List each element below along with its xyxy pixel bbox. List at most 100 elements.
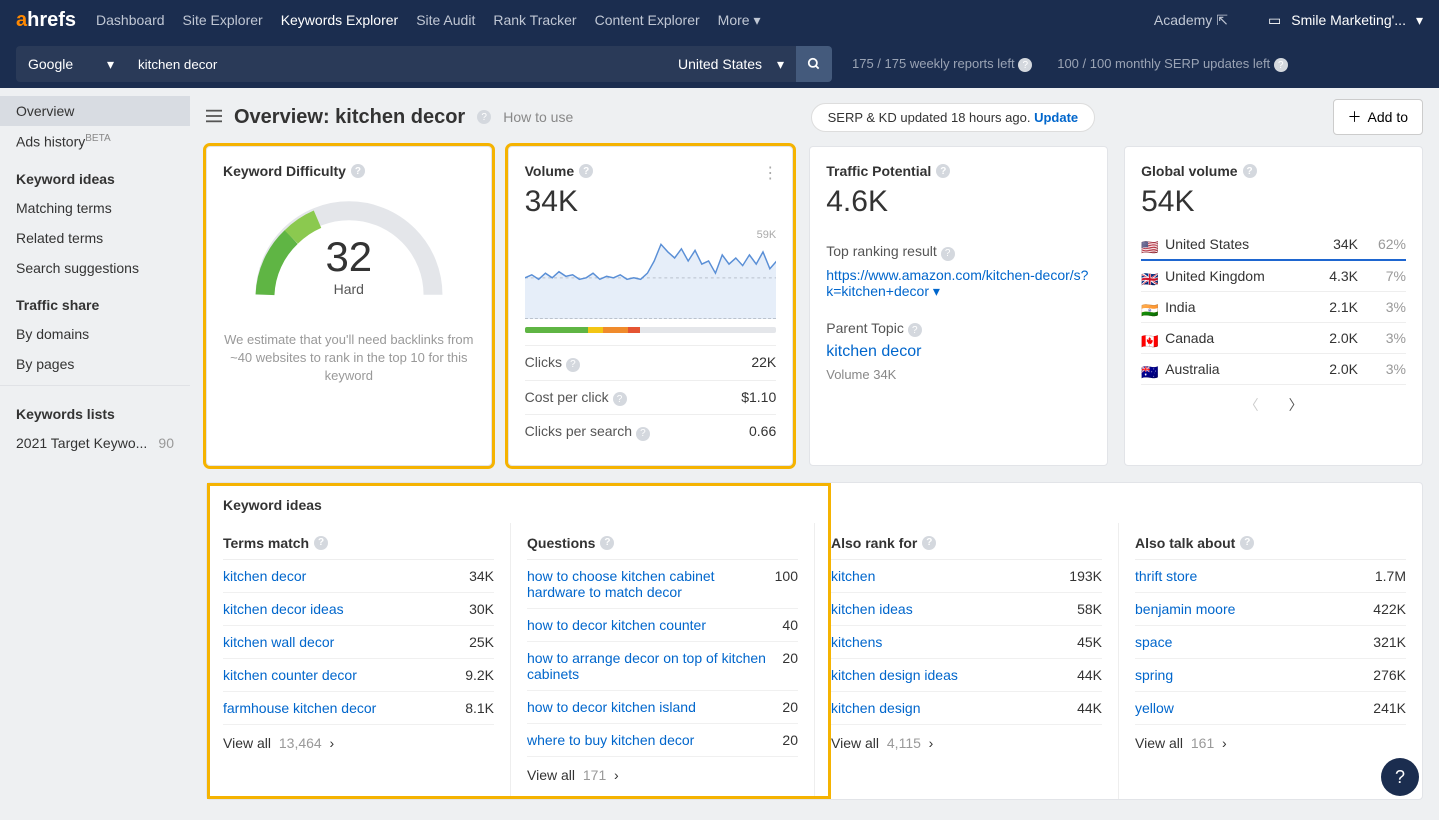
nav-content-explorer[interactable]: Content Explorer (595, 12, 700, 29)
tp-value: 4.6K (826, 185, 1091, 219)
account-name[interactable]: Smile Marketing'... (1291, 12, 1406, 28)
sidebar-item[interactable]: Related terms (0, 223, 190, 253)
keyword-row: how to choose kitchen cabinet hardware t… (527, 560, 798, 609)
sidebar-head-traffic: Traffic share (0, 283, 190, 319)
nav-site-explorer[interactable]: Site Explorer (183, 12, 263, 29)
reports-stat: 175 / 175 weekly reports left ? (852, 56, 1032, 73)
logo[interactable]: ahrefs (16, 9, 76, 32)
info-icon[interactable]: ? (351, 164, 365, 178)
parent-topic-link[interactable]: kitchen decor (826, 343, 1091, 361)
keyword-link[interactable]: where to buy kitchen decor (527, 732, 772, 748)
keyword-link[interactable]: how to choose kitchen cabinet hardware t… (527, 568, 765, 600)
keyword-ideas-panel: Keyword ideas Terms match ?kitchen decor… (206, 482, 1423, 800)
chevron-down-icon[interactable]: ▾ (1416, 12, 1423, 29)
menu-icon[interactable] (206, 109, 222, 126)
sidebar-list-item[interactable]: 2021 Target Keywo...90 (0, 428, 190, 458)
nav-rank-tracker[interactable]: Rank Tracker (493, 12, 576, 29)
nav-keywords-explorer[interactable]: Keywords Explorer (281, 12, 399, 29)
keyword-row: kitchen193K (831, 560, 1102, 593)
keyword-link[interactable]: thrift store (1135, 568, 1365, 584)
keyword-link[interactable]: how to arrange decor on top of kitchen c… (527, 650, 772, 682)
idea-column: Also rank for ?kitchen193Kkitchen ideas5… (814, 523, 1118, 799)
help-icon[interactable]: ? (477, 110, 491, 124)
keyword-link[interactable]: benjamin moore (1135, 601, 1363, 617)
keyword-link[interactable]: space (1135, 634, 1363, 650)
country-row[interactable]: 🇺🇸United States34K62% (1141, 229, 1406, 261)
info-icon[interactable]: ? (1243, 164, 1257, 178)
keyword-link[interactable]: kitchen decor (223, 568, 459, 584)
keyword-link[interactable]: kitchen counter decor (223, 667, 455, 683)
keyword-row: kitchen decor ideas30K (223, 593, 494, 626)
keyword-row: kitchen design ideas44K (831, 659, 1102, 692)
keyword-row: kitchens45K (831, 626, 1102, 659)
keyword-link[interactable]: yellow (1135, 700, 1363, 716)
sidebar-item[interactable]: Search suggestions (0, 253, 190, 283)
info-icon[interactable]: ? (579, 164, 593, 178)
sidebar-item[interactable]: Matching terms (0, 193, 190, 223)
serp-stat: 100 / 100 monthly SERP updates left ? (1057, 56, 1288, 73)
view-all-link[interactable]: View all 13,464 › (223, 725, 494, 751)
keyword-link[interactable]: kitchen wall decor (223, 634, 459, 650)
info-icon[interactable]: ? (600, 536, 614, 550)
nav-more[interactable]: More ▾ (718, 12, 761, 29)
top-result-link[interactable]: https://www.amazon.com/kitchen-decor/s?k… (826, 267, 1091, 300)
country-row[interactable]: 🇨🇦Canada2.0K3% (1141, 323, 1406, 354)
sidebar-item[interactable]: By pages (0, 349, 190, 379)
keyword-link[interactable]: farmhouse kitchen decor (223, 700, 455, 716)
kd-label: Hard (223, 281, 475, 297)
card-global-volume: Global volume ? 54K 🇺🇸United States34K62… (1124, 146, 1423, 466)
country-select[interactable]: United States▾ (666, 46, 796, 82)
sidebar-item[interactable]: By domains (0, 319, 190, 349)
info-icon[interactable]: ? (314, 536, 328, 550)
search-button[interactable] (796, 46, 832, 82)
keyword-link[interactable]: kitchen design ideas (831, 667, 1067, 683)
nav-dashboard[interactable]: Dashboard (96, 12, 165, 29)
keyword-row: kitchen wall decor25K (223, 626, 494, 659)
card-menu-icon[interactable]: ⋮ (762, 163, 778, 183)
keyword-link[interactable]: kitchen ideas (831, 601, 1067, 617)
next-icon[interactable]: 〉 (1289, 395, 1303, 415)
view-all-link[interactable]: View all 171 › (527, 757, 798, 783)
how-to-use-link[interactable]: How to use (503, 109, 573, 125)
keyword-row: where to buy kitchen decor20 (527, 724, 798, 757)
engine-select[interactable]: Google▾ (16, 46, 126, 82)
keyword-row: how to decor kitchen counter40 (527, 609, 798, 642)
gv-value: 54K (1141, 185, 1406, 219)
nav-academy[interactable]: Academy (1154, 12, 1212, 28)
flag-icon: 🇬🇧 (1141, 271, 1157, 282)
keyword-input[interactable] (126, 46, 666, 82)
kd-note: We estimate that you'll need backlinks f… (223, 331, 475, 386)
serp-update-pill: SERP & KD updated 18 hours ago. Update (811, 103, 1096, 132)
keyword-link[interactable]: kitchen design (831, 700, 1067, 716)
page-title: Overview: kitchen decor (234, 106, 465, 129)
country-row[interactable]: 🇬🇧United Kingdom4.3K7% (1141, 261, 1406, 292)
prev-icon[interactable]: 〈 (1245, 395, 1259, 415)
idea-column: Terms match ?kitchen decor34Kkitchen dec… (207, 523, 510, 799)
add-to-button[interactable]: ＋Add to (1333, 99, 1423, 135)
sidebar-overview[interactable]: Overview (0, 96, 190, 126)
country-row[interactable]: 🇮🇳India2.1K3% (1141, 292, 1406, 323)
keyword-link[interactable]: kitchen decor ideas (223, 601, 459, 617)
keyword-link[interactable]: how to decor kitchen island (527, 699, 772, 715)
keyword-row: how to arrange decor on top of kitchen c… (527, 642, 798, 691)
info-icon[interactable]: ? (936, 164, 950, 178)
keyword-link[interactable]: spring (1135, 667, 1363, 683)
keyword-link[interactable]: how to decor kitchen counter (527, 617, 772, 633)
view-all-link[interactable]: View all 4,115 › (831, 725, 1102, 751)
keyword-link[interactable]: kitchen (831, 568, 1059, 584)
nav-site-audit[interactable]: Site Audit (416, 12, 475, 29)
help-fab[interactable]: ? (1381, 758, 1419, 796)
sidebar-ads-history[interactable]: Ads historyBETA (0, 126, 190, 157)
update-link[interactable]: Update (1034, 110, 1078, 125)
top-nav: Dashboard Site Explorer Keywords Explorer S… (96, 12, 760, 29)
info-icon[interactable]: ? (922, 536, 936, 550)
country-row[interactable]: 🇦🇺Australia2.0K3% (1141, 354, 1406, 385)
volume-head: Volume (525, 163, 575, 179)
idea-column: Also talk about ?thrift store1.7Mbenjami… (1118, 523, 1422, 799)
keyword-row: thrift store1.7M (1135, 560, 1406, 593)
info-icon[interactable]: ? (1240, 536, 1254, 550)
view-all-link[interactable]: View all 161 › (1135, 725, 1406, 751)
keyword-link[interactable]: kitchens (831, 634, 1067, 650)
flag-icon: 🇦🇺 (1141, 364, 1157, 375)
volume-distribution-bar (525, 327, 777, 333)
